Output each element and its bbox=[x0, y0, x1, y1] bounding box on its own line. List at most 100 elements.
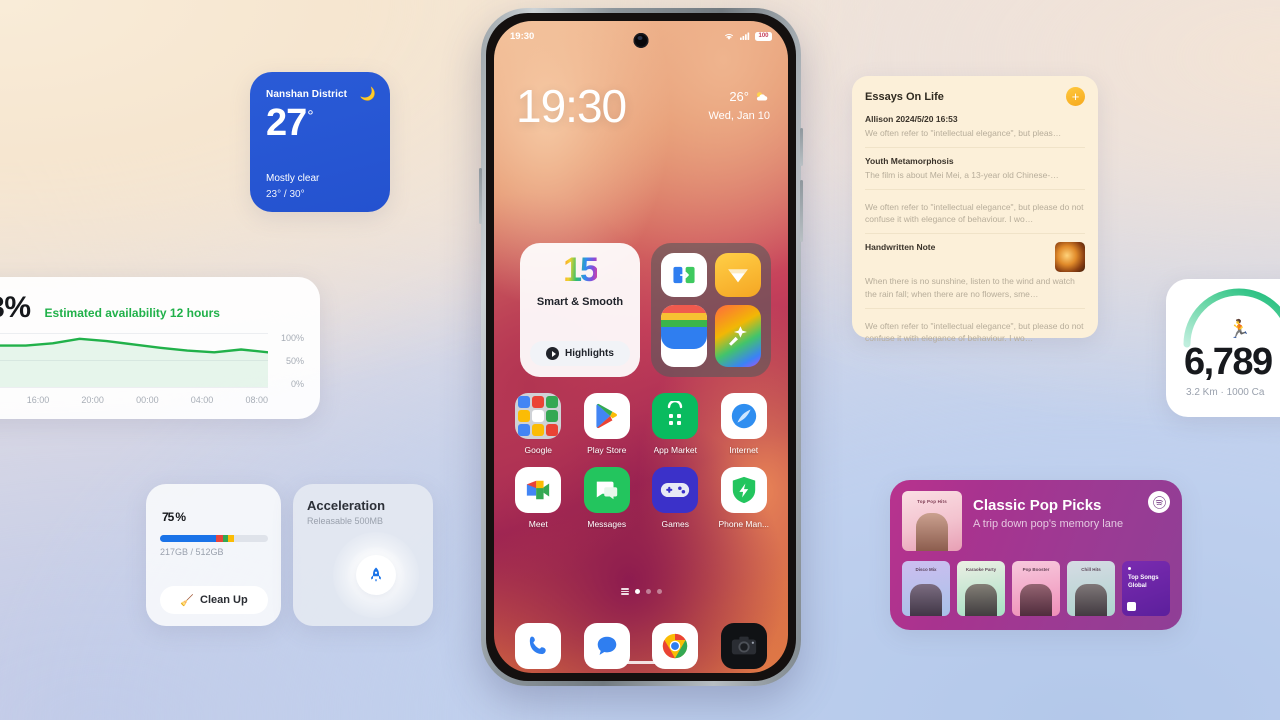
lock-clock: 19:30 bbox=[516, 80, 627, 132]
battery-y-axis: 100% 50% 0% bbox=[270, 331, 304, 405]
google-meet-icon bbox=[515, 467, 562, 513]
tile-dot bbox=[1128, 567, 1131, 570]
playlist-tile[interactable]: Karaoke Party bbox=[957, 561, 1005, 616]
notes-title: Essays On Life bbox=[865, 90, 944, 103]
note-item[interactable]: Youth Metamorphosis The film is about Me… bbox=[865, 148, 1085, 190]
phone-clone-icon[interactable] bbox=[661, 253, 707, 297]
app-icon-messages[interactable]: Messages bbox=[573, 467, 642, 529]
playlist-tile-label: Chill Hits bbox=[1081, 567, 1101, 572]
playlist-tile[interactable]: Chill Hits bbox=[1067, 561, 1115, 616]
play-store-icon bbox=[583, 393, 630, 439]
home-indicator[interactable] bbox=[586, 660, 696, 664]
phone-device: 19:30 100 19:30 26° Wed, Jan 10 15 Smart… bbox=[479, 8, 803, 686]
page-dot-active[interactable] bbox=[634, 589, 640, 594]
album-figure bbox=[916, 513, 948, 551]
app-grid: Google Play Store App Market Internet Me… bbox=[504, 393, 778, 529]
page-indicator[interactable] bbox=[494, 588, 788, 595]
page-dot[interactable] bbox=[656, 589, 662, 594]
flower-photo-thumbnail bbox=[1055, 242, 1085, 272]
app-label: Play Store bbox=[587, 445, 627, 455]
smart-smooth-label: Smart & Smooth bbox=[536, 296, 624, 308]
page-dot[interactable] bbox=[645, 589, 651, 594]
app-label: Internet bbox=[729, 445, 759, 455]
tile-figure bbox=[1075, 584, 1107, 616]
volume-button[interactable] bbox=[479, 168, 482, 224]
lock-weather[interactable]: 26° Wed, Jan 10 bbox=[708, 89, 770, 122]
tile-figure bbox=[1020, 584, 1052, 616]
music-header: Top Pop Hits Classic Pop Picks A trip do… bbox=[902, 491, 1170, 551]
music-text: Classic Pop Picks A trip down pop's memo… bbox=[973, 491, 1123, 530]
status-icons: 100 bbox=[723, 31, 772, 41]
smart-smooth-widget[interactable]: 15 Smart & Smooth Highlights bbox=[520, 243, 640, 377]
phone-screen[interactable]: 19:30 100 19:30 26° Wed, Jan 10 15 Smart… bbox=[494, 21, 788, 673]
clean-up-button[interactable]: 🧹 Clean Up bbox=[160, 586, 268, 614]
acceleration-ripple bbox=[333, 532, 419, 618]
version-number: 15 bbox=[563, 251, 599, 289]
weather-header: Nanshan District 🌙 bbox=[266, 86, 376, 102]
app-icon-games[interactable]: Games bbox=[641, 467, 710, 529]
app-label: Messages bbox=[587, 519, 627, 529]
app-folder-widget[interactable] bbox=[651, 243, 771, 377]
dock-icon-camera[interactable]: Camera bbox=[710, 623, 779, 669]
note-body: The film is about Mei Mei, a 13-year old… bbox=[865, 169, 1059, 180]
storage-percent: 75% bbox=[162, 510, 186, 524]
playlist-tile[interactable]: Pop Booster bbox=[1012, 561, 1060, 616]
x-tick: 08:00 bbox=[245, 395, 268, 405]
album-cover[interactable]: Top Pop Hits bbox=[902, 491, 962, 551]
note-item[interactable]: Allison 2024/5/20 16:53 We often refer t… bbox=[865, 106, 1085, 148]
x-tick: 00:00 bbox=[136, 395, 159, 405]
highlights-button[interactable]: Highlights bbox=[530, 341, 630, 366]
diamond-icon[interactable] bbox=[715, 253, 761, 297]
volume-down-button[interactable] bbox=[800, 180, 803, 242]
note-meta: Handwritten Note bbox=[865, 242, 936, 252]
x-tick: 04:00 bbox=[190, 395, 214, 405]
magic-wand-icon[interactable] bbox=[715, 305, 761, 367]
playlist-tile[interactable]: Disco Mix bbox=[902, 561, 950, 616]
widget-page-icon[interactable] bbox=[620, 588, 629, 595]
playlist-tile-label: Karaoke Party bbox=[965, 567, 997, 572]
playlist-tile-label: Disco Mix bbox=[915, 567, 937, 572]
steps-widget[interactable]: 🏃 6,789 3.2 Km · 1000 Ca bbox=[1166, 279, 1280, 417]
notes-widget[interactable]: Essays On Life + Allison 2024/5/20 16:53… bbox=[852, 76, 1098, 343]
service-badge-icon bbox=[1127, 602, 1136, 611]
music-widget[interactable]: Top Pop Hits Classic Pop Picks A trip do… bbox=[890, 480, 1182, 630]
playlist-subtitle: A trip down pop's memory lane bbox=[973, 518, 1124, 530]
app-icon-app-market[interactable]: App Market bbox=[641, 393, 710, 455]
storage-widget[interactable]: 75% 217GB / 512GB 🧹 Clean Up bbox=[146, 484, 281, 626]
wifi-icon bbox=[725, 33, 733, 40]
app-icon-meet[interactable]: Meet bbox=[504, 467, 573, 529]
messages-icon bbox=[583, 467, 630, 513]
battery-icon: 100 bbox=[755, 31, 772, 41]
acceleration-subtitle: Releasable 500MB bbox=[307, 516, 384, 526]
note-item[interactable]: Handwritten Note When there is no sunshi… bbox=[865, 234, 1085, 309]
accelerate-button[interactable] bbox=[356, 555, 396, 595]
wallet-icon[interactable] bbox=[661, 305, 707, 367]
lock-date: Wed, Jan 10 bbox=[708, 110, 770, 122]
weather-district: Nanshan District bbox=[266, 88, 348, 100]
power-button[interactable] bbox=[800, 128, 803, 166]
degree-symbol: ° bbox=[307, 108, 313, 126]
app-icon-play-store[interactable]: Play Store bbox=[573, 393, 642, 455]
note-item[interactable]: We often refer to "intellectual elegance… bbox=[865, 309, 1085, 353]
playlist-tile-label: Pop Booster bbox=[1022, 567, 1050, 572]
app-label: App Market bbox=[653, 445, 697, 455]
acceleration-widget[interactable]: Acceleration Releasable 500MB bbox=[293, 484, 433, 626]
tile-figure bbox=[965, 584, 997, 616]
battery-estimate: Estimated availability 12 hours bbox=[44, 306, 220, 320]
plus-icon[interactable]: + bbox=[1066, 87, 1085, 106]
battery-chart: 100% 50% 0% 12:00 16:00 20:00 00:00 04:0… bbox=[0, 331, 304, 405]
dock-icon-phone[interactable]: Phone bbox=[504, 623, 573, 669]
note-item[interactable]: We often refer to "intellectual elegance… bbox=[865, 190, 1085, 234]
note-body: We often refer to "intellectual elegance… bbox=[865, 201, 1084, 225]
broom-icon: 🧹 bbox=[180, 594, 194, 607]
weather-widget[interactable]: Nanshan District 🌙 27° Mostly clear 23° … bbox=[250, 72, 390, 212]
app-icon-google[interactable]: Google bbox=[504, 393, 573, 455]
music-service-icon[interactable] bbox=[1148, 491, 1170, 513]
play-icon bbox=[546, 347, 560, 360]
album-cover-label: Top Pop Hits bbox=[917, 499, 947, 504]
battery-availability-widget[interactable]: 53% Estimated availability 12 hours 100%… bbox=[0, 277, 320, 419]
app-icon-phone-manager[interactable]: Phone Man... bbox=[710, 467, 779, 529]
playlist-tile[interactable]: Top Songs Global bbox=[1122, 561, 1170, 616]
app-label: Google bbox=[524, 445, 552, 455]
app-icon-internet[interactable]: Internet bbox=[710, 393, 779, 455]
